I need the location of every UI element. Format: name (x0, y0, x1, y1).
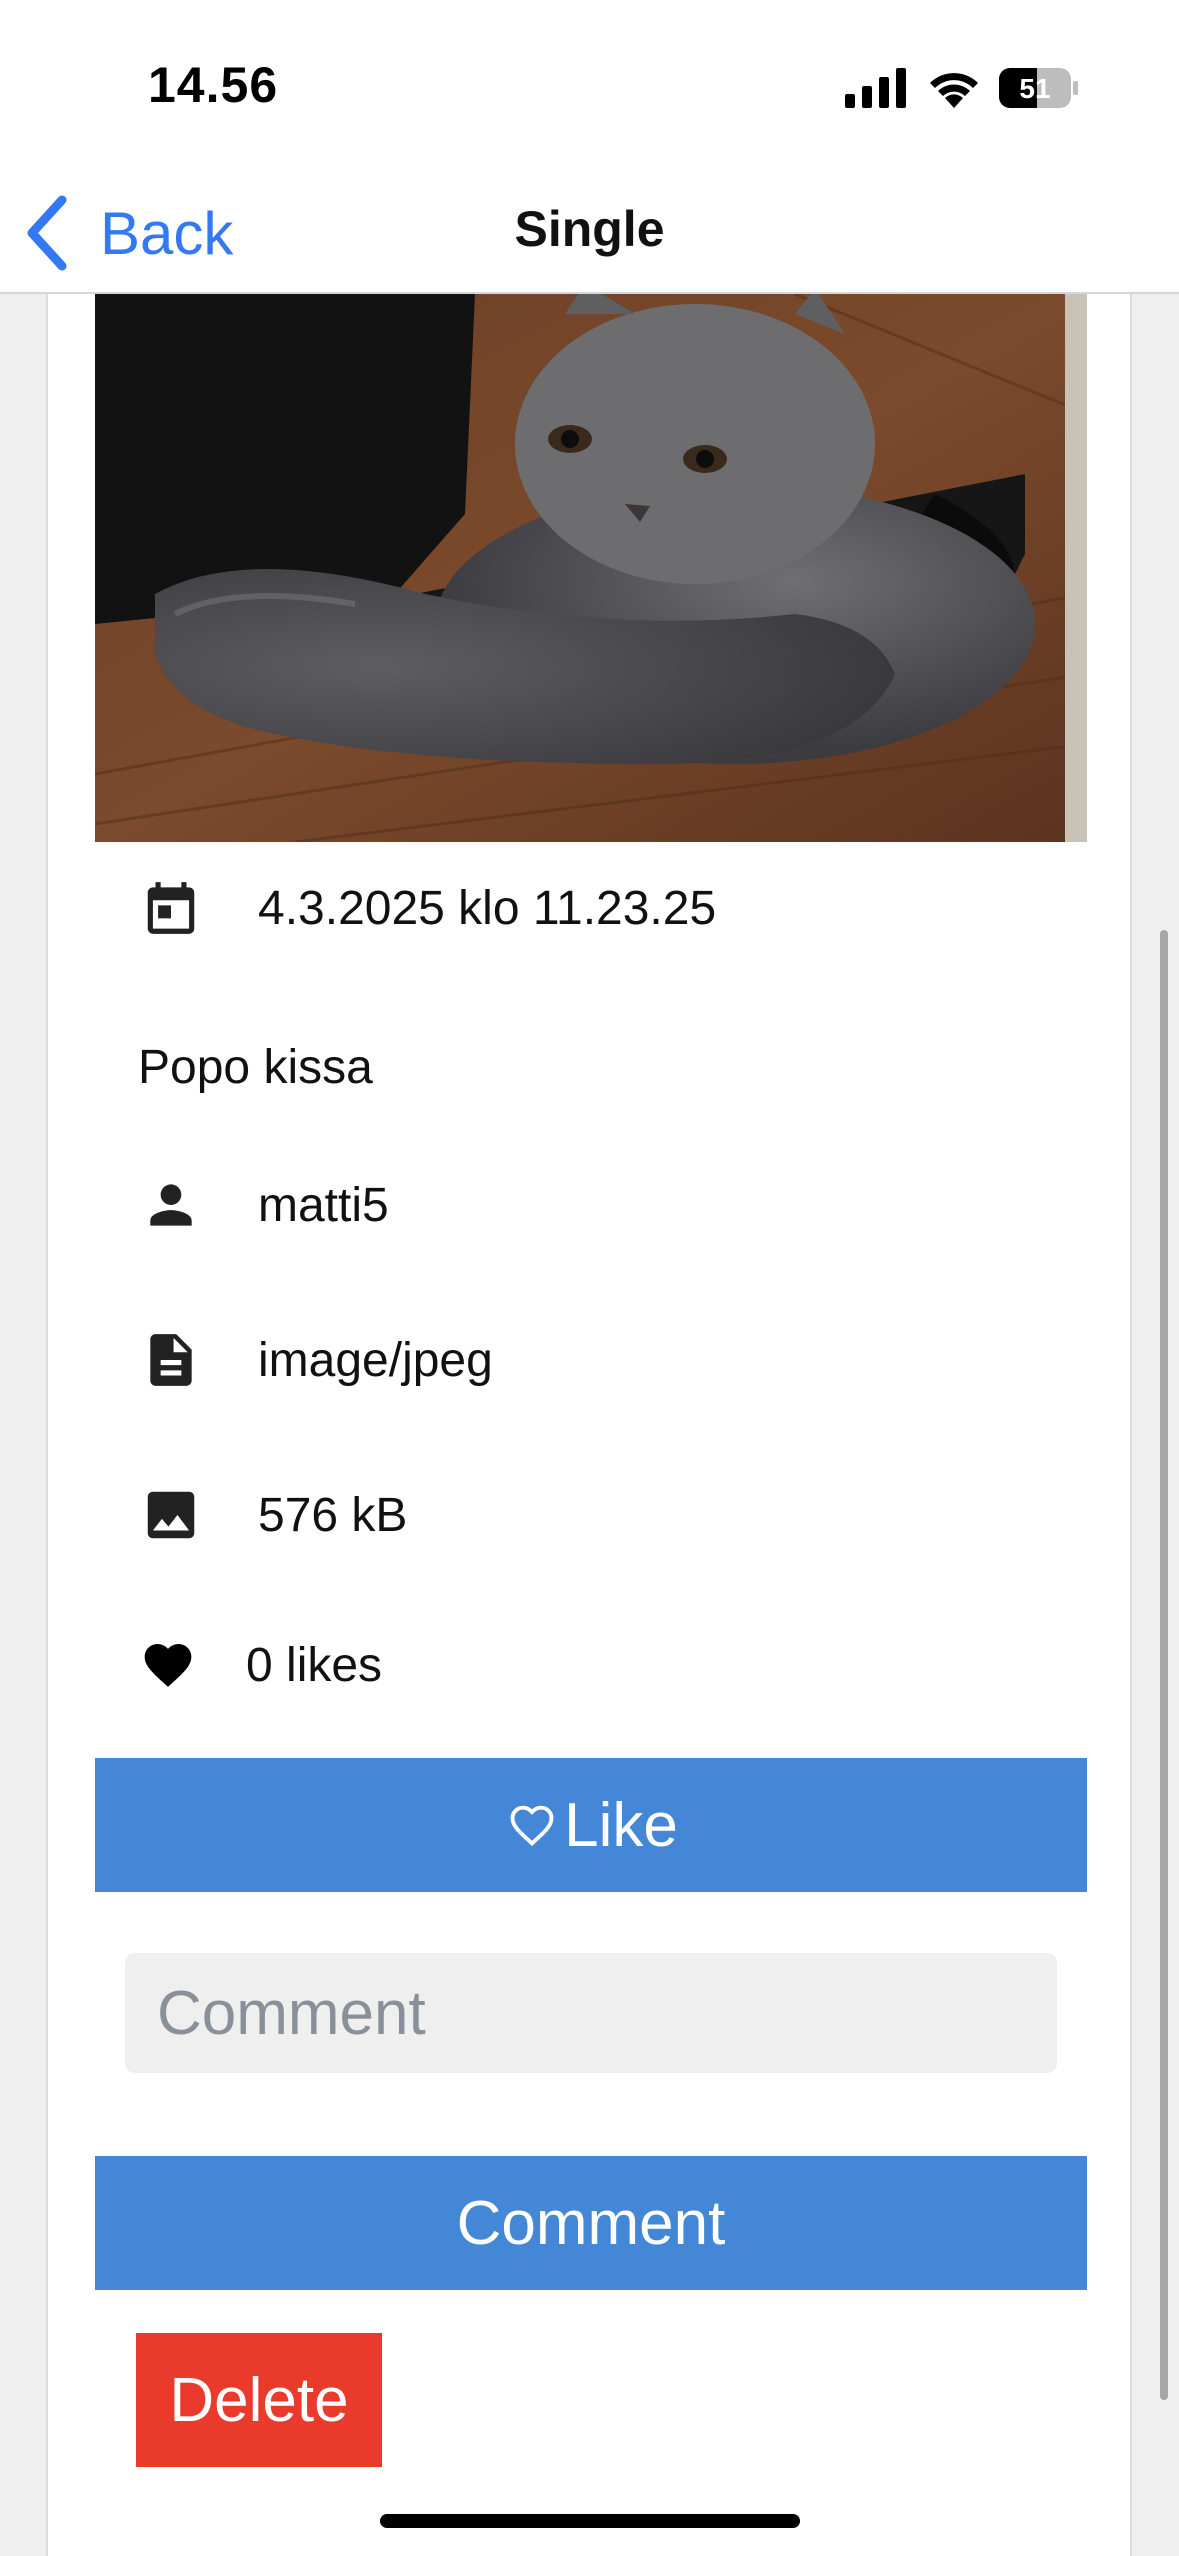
description-text: Popo kissa (138, 1041, 373, 1094)
date-text: 4.3.2025 klo 11.23.25 (258, 881, 717, 935)
date-row: 4.3.2025 klo 11.23.25 (140, 877, 716, 939)
image-icon (147, 1491, 195, 1539)
wifi-icon (930, 73, 978, 108)
heart-icon (144, 1644, 192, 1687)
status-bar: 14.56 51 (0, 0, 1179, 170)
document-icon (150, 1334, 192, 1386)
like-button-label: Like (564, 1790, 678, 1860)
status-time: 14.56 (148, 57, 279, 113)
media-card: 4.3.2025 klo 11.23.25 Popo kissa matti5 … (46, 294, 1132, 2556)
likes-count: 0 likes (246, 1638, 383, 1692)
battery-level: 51 (1019, 73, 1050, 104)
page-title: Single (514, 201, 665, 257)
comment-button-label: Comment (456, 2188, 726, 2258)
home-indicator[interactable] (380, 2514, 800, 2528)
comment-input[interactable] (125, 1953, 1057, 2073)
username-text: matti5 (258, 1178, 389, 1232)
delete-button[interactable]: Delete (136, 2333, 382, 2467)
media-type-row: image/jpeg (140, 1329, 493, 1391)
comment-button[interactable]: Comment (95, 2156, 1087, 2290)
person-icon (150, 1184, 192, 1226)
calendar-icon (147, 882, 195, 934)
owner-row: matti5 (140, 1174, 389, 1236)
cat-photo (95, 294, 1087, 842)
file-size-text: 576 kB (258, 1488, 408, 1542)
nav-bar: Back Single (0, 170, 1179, 294)
heart-outline-icon (510, 1805, 554, 1847)
signal-icon (845, 68, 906, 108)
like-button[interactable]: Like (95, 1758, 1087, 1892)
media-type-text: image/jpeg (258, 1333, 493, 1387)
file-size-row: 576 kB (140, 1484, 407, 1546)
scrollbar[interactable] (1160, 930, 1168, 2400)
likes-row: 0 likes (140, 1637, 382, 1693)
battery-icon: 51 (999, 68, 1078, 108)
screen: 14.56 51 Back Single 4.3.2025 klo 11.23.… (0, 0, 1179, 2556)
